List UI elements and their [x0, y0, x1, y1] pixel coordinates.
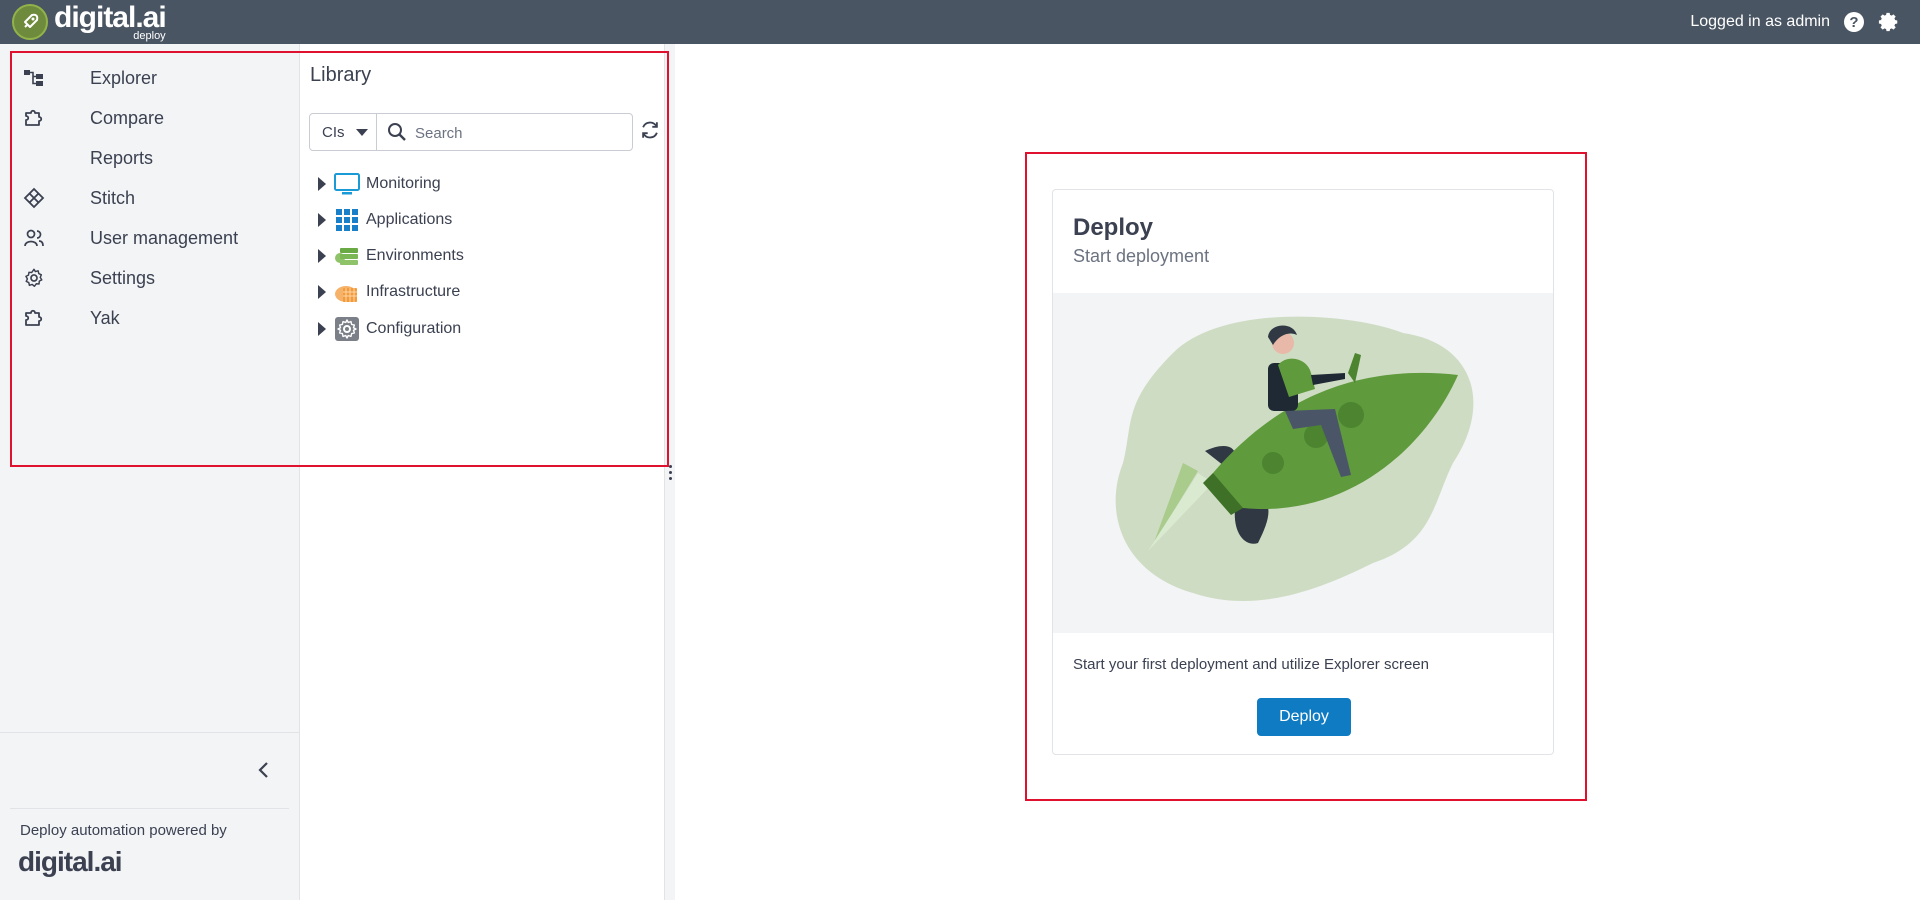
drag-dots-icon [669, 465, 672, 483]
search-box [376, 113, 633, 151]
servers-icon [334, 243, 360, 269]
tree-node-applications[interactable]: Applications [318, 206, 452, 234]
nav-label: Stitch [90, 187, 136, 208]
rocket-illustration [1053, 293, 1553, 633]
nav-label: Reports [90, 147, 154, 168]
nav-label: Explorer [90, 67, 158, 88]
nav-item-yak[interactable]: Yak [0, 298, 299, 338]
nav-item-explorer[interactable]: Explorer [0, 58, 299, 98]
nav-item-settings[interactable]: Settings [0, 258, 299, 298]
deploy-button[interactable]: Deploy [1257, 698, 1351, 736]
caret-right-icon[interactable] [318, 213, 326, 227]
caret-right-icon[interactable] [318, 177, 326, 191]
ci-type-select[interactable]: CIs [309, 113, 377, 151]
tree-label: Applications [366, 211, 453, 228]
tree-icon [22, 68, 46, 88]
stitch-icon [22, 187, 46, 209]
help-icon[interactable]: ? [1844, 12, 1864, 32]
search-icon [387, 122, 407, 142]
nav-item-compare[interactable]: Compare [0, 98, 299, 138]
nav-label: Compare [90, 107, 165, 128]
tree-label: Environments [366, 247, 464, 264]
brand-name: digital.ai [54, 0, 167, 34]
caret-right-icon[interactable] [318, 249, 326, 263]
caret-right-icon[interactable] [318, 285, 326, 299]
tree-node-configuration[interactable]: Configuration [318, 315, 461, 343]
gear-icon [22, 268, 46, 288]
nav-label: User management [90, 227, 239, 248]
card-subtitle: Start deployment [1073, 246, 1210, 266]
card-description: Start your first deployment and utilize … [1073, 656, 1429, 673]
app-logo[interactable]: digital.ai deploy [12, 0, 167, 44]
divider [0, 732, 299, 733]
left-navigation: Explorer Compare Reports Stitch User man… [0, 44, 300, 900]
logged-in-user[interactable]: Logged in as admin [1690, 13, 1830, 31]
nav-item-user-management[interactable]: User management [0, 218, 299, 258]
tree-label: Infrastructure [366, 283, 461, 300]
deploy-card: Deploy Start deployment Start your first… [1052, 189, 1554, 755]
tree-label: Configuration [366, 320, 462, 337]
nav-label: Yak [90, 307, 120, 328]
card-title: Deploy [1073, 214, 1154, 241]
ci-type-value: CIs [322, 123, 345, 141]
nav-item-reports[interactable]: Reports [0, 138, 299, 178]
config-gear-icon [334, 316, 360, 342]
refresh-icon[interactable] [639, 119, 663, 143]
tree-node-monitoring[interactable]: Monitoring [318, 170, 441, 198]
nav-item-stitch[interactable]: Stitch [0, 178, 299, 218]
library-title: Library [310, 64, 372, 86]
product-name: deploy [133, 29, 166, 42]
top-bar: digital.ai deploy Logged in as admin ? [0, 0, 1920, 44]
footer-logo[interactable]: digital.ai [18, 846, 123, 878]
nav-label: Settings [90, 267, 156, 288]
caret-right-icon[interactable] [318, 322, 326, 336]
panel-resize-handle[interactable] [664, 44, 675, 900]
puzzle-icon [22, 308, 46, 328]
tree-node-infrastructure[interactable]: Infrastructure [318, 278, 460, 306]
collapse-sidebar-icon[interactable] [252, 758, 276, 782]
grid-icon [334, 207, 360, 233]
monitor-icon [334, 171, 360, 197]
cloud-icon [334, 279, 360, 305]
tree-node-environments[interactable]: Environments [318, 242, 464, 270]
divider [10, 808, 289, 809]
caret-down-icon [356, 129, 368, 136]
rocket-logo-icon [12, 4, 48, 40]
gear-icon[interactable] [1878, 11, 1900, 33]
tree-label: Monitoring [366, 175, 441, 192]
users-icon [22, 228, 46, 248]
puzzle-icon [22, 108, 46, 128]
powered-by-text: Deploy automation powered by [20, 822, 227, 839]
library-panel: Library CIs Monitoring Applications [300, 44, 665, 900]
search-input[interactable] [413, 120, 627, 146]
